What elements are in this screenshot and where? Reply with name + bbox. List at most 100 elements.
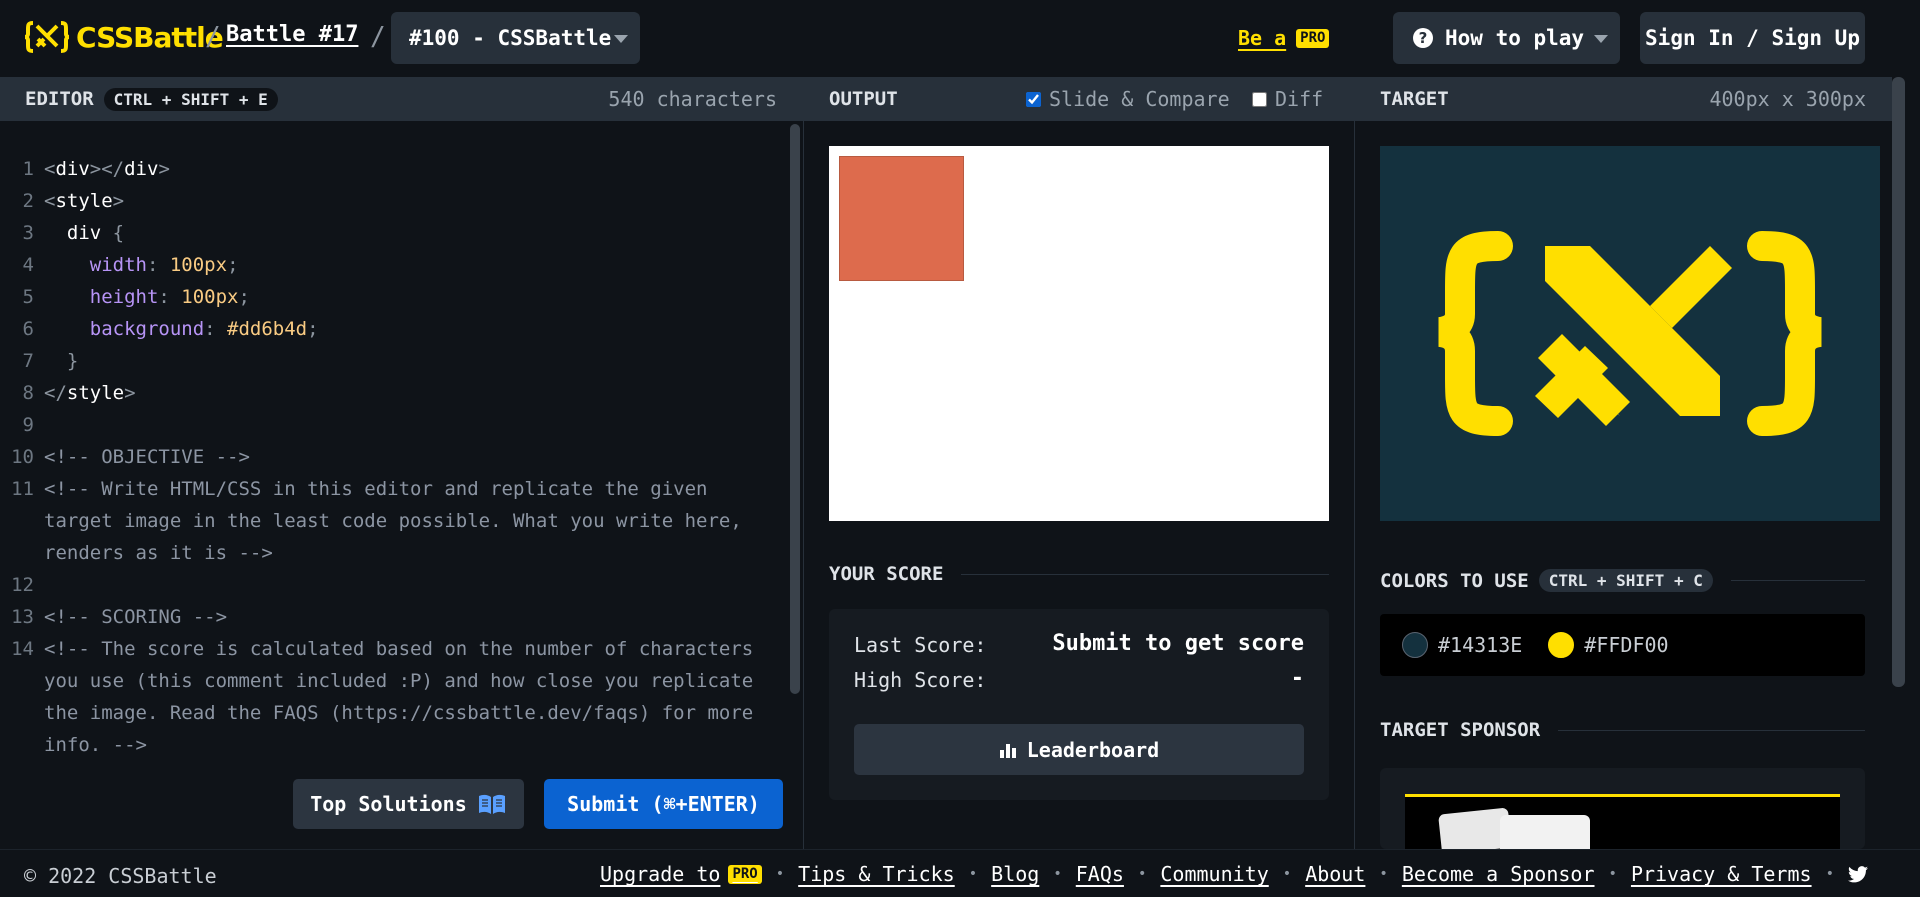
sponsor-link[interactable]: Become a Sponsor	[1402, 862, 1595, 886]
color-swatch[interactable]: #FFDF00	[1548, 632, 1669, 658]
breadcrumb-separator: /	[370, 22, 386, 52]
target-image	[1380, 146, 1880, 521]
section-divider	[1558, 729, 1865, 731]
code-line: 2 <style>	[22, 190, 125, 212]
cssbattle-logo[interactable]: CSSBattle	[24, 20, 224, 54]
chevron-down-icon	[1594, 35, 1608, 43]
panel-divider	[803, 77, 804, 849]
code-line: 5 height: 100px;	[22, 286, 250, 308]
be-a-pro-link[interactable]: Be a PRO	[1238, 26, 1330, 50]
sponsor-image[interactable]	[1405, 794, 1840, 849]
top-solutions-label: Top Solutions	[310, 792, 467, 816]
logo-text: CSSBattle	[76, 20, 224, 54]
output-preview[interactable]	[829, 146, 1329, 521]
bullet: •	[968, 866, 978, 882]
target-size: 400px x 300px	[1709, 87, 1866, 111]
diff-toggle[interactable]: Diff	[1252, 87, 1323, 111]
editor-title: EDITOR	[25, 88, 94, 110]
section-divider	[961, 573, 1329, 575]
code-line: 6 background: #dd6b4d;	[22, 318, 319, 340]
code-line: 7 }	[22, 350, 79, 372]
about-link[interactable]: About	[1305, 862, 1365, 886]
target-title: TARGET	[1380, 88, 1449, 110]
code-line: 3 div {	[22, 222, 125, 244]
page-scrollbar[interactable]	[1892, 77, 1905, 687]
be-a-label: Be a	[1238, 26, 1287, 50]
color-hex: #14313E	[1438, 633, 1523, 657]
code-line: 9	[22, 414, 34, 436]
code-line: 1 <div></div>	[22, 158, 170, 180]
high-score-value: -	[1290, 666, 1304, 691]
faqs-link[interactable]: FAQs	[1076, 862, 1124, 886]
character-count: 540 characters	[608, 87, 777, 111]
how-to-play-button[interactable]: ? How to play	[1393, 12, 1620, 64]
chevron-down-icon	[614, 35, 628, 43]
target-header: TARGET 400px x 300px	[1355, 77, 1892, 121]
logo-icon	[24, 21, 70, 53]
bullet: •	[1608, 866, 1617, 882]
score-card: Last Score: Submit to get score High Sco…	[829, 609, 1329, 800]
breadcrumb-separator: /	[205, 22, 221, 52]
colors-shortcut: CTRL + SHIFT + C	[1538, 569, 1713, 592]
code-line: 13 <!-- SCORING -->	[11, 606, 228, 628]
bullet: •	[1053, 866, 1062, 882]
code-line: 4 width: 100px;	[22, 254, 239, 276]
pro-badge: PRO	[1296, 28, 1330, 48]
how-to-play-label: How to play	[1445, 26, 1585, 50]
code-line: 11 <!-- Write HTML/CSS in this editor and…	[11, 478, 754, 564]
tips-link[interactable]: Tips & Tricks	[798, 862, 955, 886]
code-line: 10 <!-- OBJECTIVE -->	[11, 446, 250, 468]
your-score-section: YOUR SCORE	[829, 563, 1329, 585]
code-editor[interactable]: 1 <div></div> 2 <style> 3 div { 4 width: 1…	[0, 121, 803, 849]
code-line: 12	[11, 574, 34, 596]
last-score-value: Submit to get score	[1052, 631, 1304, 656]
diff-label: Diff	[1275, 87, 1324, 111]
output-title: OUTPUT	[829, 88, 898, 110]
sponsor-title: TARGET SPONSOR	[1380, 719, 1541, 741]
color-dot	[1402, 632, 1428, 658]
color-swatch[interactable]: #14313E	[1402, 632, 1522, 658]
footer: © 2022 CSSBattle Upgrade to PRO • Tips & …	[0, 849, 1920, 897]
output-square	[839, 156, 964, 281]
section-divider	[1730, 580, 1865, 581]
battle-select[interactable]: #100 - CSSBattle	[391, 12, 640, 64]
twitter-icon[interactable]	[1848, 865, 1868, 883]
editor-header: EDITOR CTRL + SHIFT + E 540 characters	[0, 77, 803, 121]
target-logo	[1437, 231, 1823, 436]
slide-compare-label: Slide & Compare	[1049, 87, 1230, 111]
pro-badge: PRO	[728, 864, 762, 884]
privacy-link[interactable]: Privacy & Terms	[1631, 862, 1812, 886]
battle-link[interactable]: Battle #17	[226, 22, 358, 47]
blog-link[interactable]: Blog	[991, 862, 1039, 886]
leaderboard-button[interactable]: Leaderboard	[854, 724, 1304, 775]
top-solutions-button[interactable]: Top Solutions	[293, 779, 524, 829]
bullet: •	[775, 866, 785, 882]
code-area[interactable]: 1 <div></div> 2 <style> 3 div { 4 width: 1…	[0, 153, 780, 761]
editor-scrollbar[interactable]	[790, 124, 800, 694]
diff-checkbox[interactable]	[1252, 91, 1267, 107]
upgrade-link[interactable]: Upgrade to PRO	[600, 862, 762, 886]
your-score-title: YOUR SCORE	[829, 563, 944, 585]
leaderboard-label: Leaderboard	[1026, 737, 1160, 762]
color-hex: #FFDF00	[1584, 633, 1669, 657]
panel-divider	[1354, 77, 1355, 849]
slide-compare-toggle[interactable]: Slide & Compare	[1026, 87, 1230, 111]
slide-compare-checkbox[interactable]	[1026, 91, 1041, 107]
bullet: •	[1825, 866, 1834, 882]
bullet: •	[1137, 866, 1147, 882]
copyright: © 2022 CSSBattle	[24, 864, 217, 888]
last-score-label: Last Score:	[854, 633, 987, 657]
code-line: 14 <!-- The score is calculated based on …	[11, 638, 765, 756]
sign-in-button[interactable]: Sign In / Sign Up	[1640, 12, 1865, 64]
colors-title: COLORS TO USE	[1380, 569, 1529, 592]
color-dot	[1548, 632, 1575, 658]
community-link[interactable]: Community	[1160, 862, 1268, 886]
code-line: 8 </style>	[22, 382, 136, 404]
battle-select-label: #100 - CSSBattle	[409, 26, 612, 50]
sponsor-section: TARGET SPONSOR	[1380, 719, 1865, 741]
bullet: •	[1379, 866, 1388, 882]
submit-button[interactable]: Submit (⌘+ENTER)	[544, 779, 783, 829]
sponsor-card[interactable]	[1380, 768, 1865, 849]
colors-section: COLORS TO USE CTRL + SHIFT + C	[1380, 569, 1865, 592]
output-header: OUTPUT Slide & Compare Diff	[804, 77, 1354, 121]
